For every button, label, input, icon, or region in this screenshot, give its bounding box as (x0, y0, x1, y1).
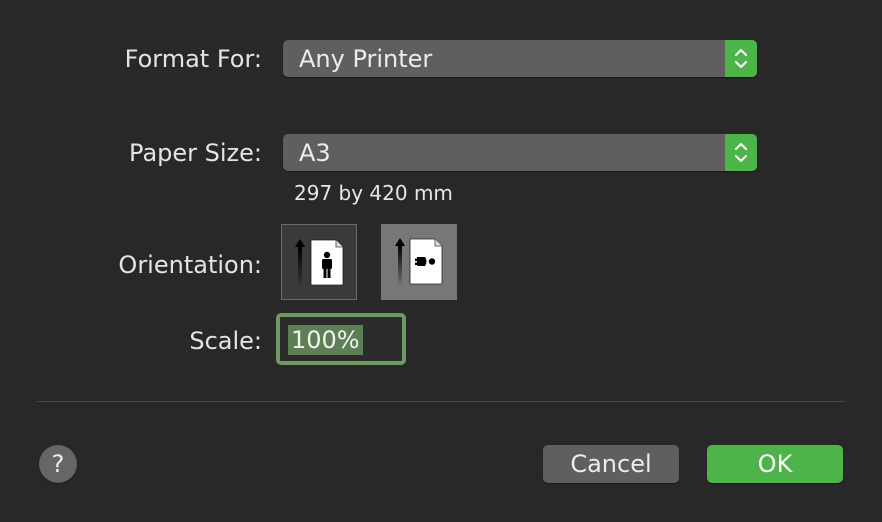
paper-size-popup[interactable]: A3 (283, 134, 757, 171)
help-button[interactable]: ? (39, 445, 77, 483)
up-down-chevron-icon (735, 143, 747, 162)
paper-size-value: A3 (299, 139, 331, 167)
paper-dimensions: 297 by 420 mm (294, 181, 453, 205)
orientation-label: Orientation: (118, 251, 262, 279)
landscape-orientation-icon (395, 238, 443, 287)
portrait-orientation-icon (295, 239, 344, 288)
ok-button[interactable]: OK (707, 445, 843, 483)
up-down-chevron-icon (735, 49, 747, 68)
cancel-button[interactable]: Cancel (543, 445, 679, 483)
format-for-popup[interactable]: Any Printer (283, 40, 757, 77)
orientation-portrait-button[interactable] (281, 224, 357, 300)
format-for-label: Format For: (124, 45, 262, 73)
scale-value: 100% (288, 325, 363, 355)
paper-size-stepper[interactable] (725, 134, 757, 171)
orientation-landscape-button[interactable] (381, 224, 457, 300)
format-for-value: Any Printer (299, 45, 433, 73)
divider (37, 401, 845, 402)
paper-size-label: Paper Size: (129, 139, 262, 167)
scale-label: Scale: (189, 327, 262, 355)
format-for-stepper[interactable] (725, 40, 757, 77)
scale-input[interactable]: 100% (276, 313, 406, 365)
